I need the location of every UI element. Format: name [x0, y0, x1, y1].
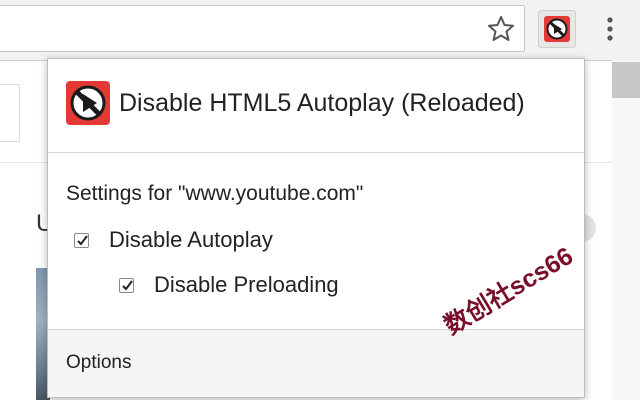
- no-autoplay-icon: [66, 81, 110, 125]
- disable-preloading-label: Disable Preloading: [154, 272, 339, 297]
- no-autoplay-icon: [544, 16, 570, 42]
- checkmark-icon: [77, 234, 88, 246]
- disable-autoplay-label: Disable Autoplay: [109, 227, 273, 252]
- popup-title: Disable HTML5 Autoplay (Reloaded): [119, 89, 525, 117]
- vertical-dots-icon[interactable]: [598, 12, 622, 46]
- page-scrollbar[interactable]: [612, 60, 640, 400]
- extension-button[interactable]: [538, 10, 576, 48]
- popup-header: Disable HTML5 Autoplay (Reloaded): [48, 59, 584, 152]
- settings-site-label: Settings for "www.youtube.com": [66, 182, 364, 205]
- disable-autoplay-checkbox[interactable]: [74, 232, 89, 248]
- page-scrollbar-thumb[interactable]: [612, 62, 640, 98]
- popup-footer: Options: [48, 329, 584, 397]
- option-disable-autoplay[interactable]: Disable Autoplay: [74, 227, 273, 253]
- checkmark-icon: [122, 279, 133, 291]
- star-icon[interactable]: [486, 14, 516, 44]
- address-bar[interactable]: [0, 5, 525, 52]
- options-link[interactable]: Options: [66, 352, 131, 374]
- extension-popup: Disable HTML5 Autoplay (Reloaded) Settin…: [47, 58, 585, 398]
- page-card-fragment: [0, 84, 20, 142]
- option-disable-preloading[interactable]: Disable Preloading: [119, 272, 339, 298]
- browser-toolbar: [0, 0, 640, 61]
- disable-preloading-checkbox[interactable]: [119, 277, 134, 293]
- divider: [48, 152, 584, 153]
